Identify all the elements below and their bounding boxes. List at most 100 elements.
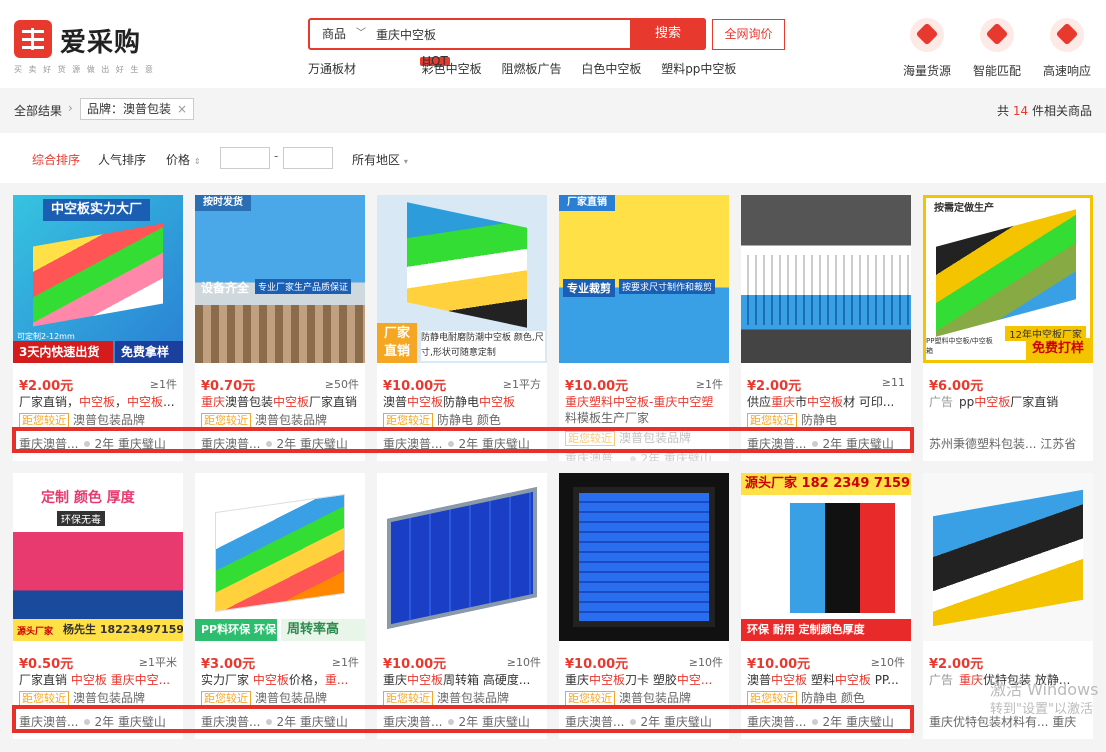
product-price: ¥10.00元 [383,657,447,672]
sort-default[interactable]: 综合排序 [32,151,80,168]
chevron-down-icon: ▾ [403,157,408,166]
product-moq: ≥1件 [149,378,177,391]
product-title[interactable]: 广告 pp中空板厂家直销 [929,393,1089,410]
region-label: 所有地区 [352,153,401,167]
breadcrumb-all-results[interactable]: 全部结果 [14,102,62,119]
product-title[interactable]: 重庆中空板周转箱 高硬度... [383,671,543,688]
product-price: ¥10.00元 [747,657,811,672]
sort-price[interactable]: 价格 ⇕ [166,151,201,168]
product-tags: 距您较近 澳普包装品牌 [19,411,179,428]
highlight-box [12,427,914,453]
product-card[interactable]: ¥10.00元 ≥10件 重庆中空板刀卡 塑胶中空... 距您较近 澳普包装品牌 … [559,473,729,739]
product-image[interactable]: 按时发货 设备齐全 专业厂家生产品质保证 [195,195,365,363]
product-title[interactable]: 重庆塑料中空板-重庆中空塑 [565,393,725,410]
product-image[interactable] [741,195,911,363]
product-moq: ≥10件 [688,656,723,669]
chevron-right-icon: › [68,101,73,115]
product-image[interactable] [559,473,729,641]
product-price: ¥10.00元 [565,657,629,672]
product-image[interactable]: 按需定做生产 12年中空板厂家 PP塑料中空板/中空板箱 免费打样 [923,195,1093,363]
search-button[interactable]: 搜索 [630,18,706,50]
product-title[interactable]: 澳普中空板防静电中空板 [383,393,543,410]
logo-text: 爱采购 [60,28,142,58]
product-moq: ≥1平米 [138,656,177,669]
image-banner-text: 按需定做生产 [926,198,1002,220]
product-title[interactable]: 重庆澳普包装中空板厂家直销 [201,393,361,410]
product-title[interactable]: 厂家直销 中空板 重庆中空... [19,671,179,688]
image-footer-text: 环保 耐用 定制颜色厚度 [741,619,911,641]
product-title[interactable]: 重庆中空板刀卡 塑胶中空... [565,671,725,688]
image-extra-text: 周转率高 [281,619,365,641]
image-extra-text: 免费拿样 [115,341,183,363]
badge-icon [630,456,637,461]
price-min-input[interactable] [220,147,270,169]
hot-word[interactable]: 白色中空板 [581,60,641,77]
search-bar: 商品 ﹀ 搜索 [308,18,706,50]
hot-word[interactable]: 阻燃板广告 [502,60,562,77]
product-card[interactable]: 按时发货 设备齐全 专业厂家生产品质保证 ¥0.70元 ≥50件 重庆澳普包装中… [195,195,365,461]
highlight-box [12,705,914,733]
product-card[interactable]: ¥2.00元 ≥11 供应重庆市中空板材 可印... 距您较近 防静电 重庆澳普.… [741,195,911,461]
product-title[interactable]: 供应重庆市中空板材 可印... [747,393,907,410]
product-card[interactable]: 定制 颜色 厚度 环保无毒 杨先生 18223497159 源头厂家 ¥0.50… [13,473,183,739]
top-header: 爱采购 买 卖 好 货 源 做 出 好 生 意 商品 ﹀ 搜索 全网询价 万通板… [0,0,1106,88]
product-title[interactable]: 澳普中空板 塑料中空板 PP... [747,671,907,688]
product-image[interactable]: 定制 颜色 厚度 环保无毒 杨先生 18223497159 源头厂家 [13,473,183,641]
product-moq: ≥1件 [695,378,723,391]
search-category-select[interactable]: 商品 ﹀ [310,20,372,48]
sort-popularity[interactable]: 人气排序 [98,151,146,168]
activate-windows-text: 激活 Windows [990,680,1099,699]
chevron-down-icon: ﹀ [356,28,366,39]
tag-nearby: 距您较近 [565,691,615,706]
close-icon[interactable]: × [177,102,187,116]
product-card[interactable]: ¥10.00元 ≥10件 重庆中空板周转箱 高硬度... 距您较近 澳普包装品牌 … [377,473,547,739]
product-card[interactable]: 厂家直销 防静电耐磨防潮中空板 颜色,尺寸,形状可随意定制 ¥10.00元 ≥1… [377,195,547,461]
hot-word[interactable]: 塑料pp中空板 [661,60,736,77]
breadcrumb: 全部结果 › 品牌：澳普包装 × 共 14 件相关商品 [0,88,1106,132]
product-card[interactable]: 中空板实力大厂 可定制2-12mm 3天内快速出货 免费拿样 ¥2.00元 ≥1… [13,195,183,461]
logo-slogan: 买 卖 好 货 源 做 出 好 生 意 [14,65,155,74]
tag-nearby: 距您较近 [201,691,251,706]
image-banner-text: 源头厂家 182 2349 7159 [741,473,911,495]
hot-word[interactable]: 彩色中空板 [422,60,482,77]
hot-words: 万通板材HOT 彩色中空板 阻燃板广告 白色中空板 塑料pp中空板 [308,55,752,77]
tag-nearby: 距您较近 [201,413,251,428]
match-icon [980,18,1014,52]
inquiry-button[interactable]: 全网询价 [712,19,785,50]
product-image[interactable]: 源头厂家 182 2349 7159 环保 耐用 定制颜色厚度 [741,473,911,641]
product-image[interactable]: PP料环保 环保 周转率高 [195,473,365,641]
product-card[interactable]: 源头厂家 182 2349 7159 环保 耐用 定制颜色厚度 ¥10.00元 … [741,473,911,739]
product-card[interactable]: 厂家直销 专业裁剪 按要求尺寸制作和裁剪 ¥10.00元 ≥1件 重庆塑料中空板… [559,195,729,461]
product-image[interactable] [377,473,547,641]
price-max-input[interactable] [283,147,333,169]
search-input[interactable] [376,20,626,48]
product-moq: ≥10件 [870,656,905,669]
product-tags: 距您较近 澳普包装品牌 [565,689,725,706]
product-image[interactable]: 厂家直销 防静电耐磨防潮中空板 颜色,尺寸,形状可随意定制 [377,195,547,363]
product-card[interactable]: 按需定做生产 12年中空板厂家 PP塑料中空板/中空板箱 免费打样 ¥6.00元… [923,195,1093,461]
filter-tag-brand[interactable]: 品牌：澳普包装 × [80,98,195,120]
shop-info[interactable]: 苏州秉德塑料包装... 江苏省 [929,435,1091,452]
product-moq: ≥1平方 [502,378,541,391]
image-extra-text: 防静电耐磨防潮中空板 颜色,尺寸,形状可随意定制 [421,331,545,361]
sort-bar: 综合排序 人气排序 价格 ⇕ - 所有地区 ▾ [0,133,1106,183]
product-card[interactable]: PP料环保 环保 周转率高 ¥3.00元 ≥1件 实力厂家 中空板价格，重...… [195,473,365,739]
product-image[interactable] [923,473,1093,641]
product-title[interactable]: 实力厂家 中空板价格，重... [201,671,361,688]
product-image[interactable]: 厂家直销 专业裁剪 按要求尺寸制作和裁剪 [559,195,729,363]
image-banner-text: 按时发货 [195,195,251,211]
ad-label: 广告 [929,673,954,687]
product-image[interactable]: 中空板实力大厂 可定制2-12mm 3天内快速出货 免费拿样 [13,195,183,363]
product-title[interactable]: 厂家直销，中空板，中空板... [19,393,179,410]
feature-label: 高速响应 [1042,64,1091,78]
product-moq: ≥10件 [506,656,541,669]
image-extra-text: 按要求尺寸制作和裁剪 [619,279,716,294]
result-prefix: 共 [997,104,1010,118]
hot-word[interactable]: 万通板材 [308,60,356,77]
region-filter[interactable]: 所有地区 ▾ [352,151,408,168]
product-tags: 距您较近 防静电 颜色 [383,411,543,428]
aicaigou-logo[interactable]: 爱采购 买 卖 好 货 源 做 出 好 生 意 [14,20,154,74]
cube-icon [910,18,944,52]
product-moq: ≥50件 [324,378,359,391]
product-tags: 距您较近 防静电 [747,411,907,428]
